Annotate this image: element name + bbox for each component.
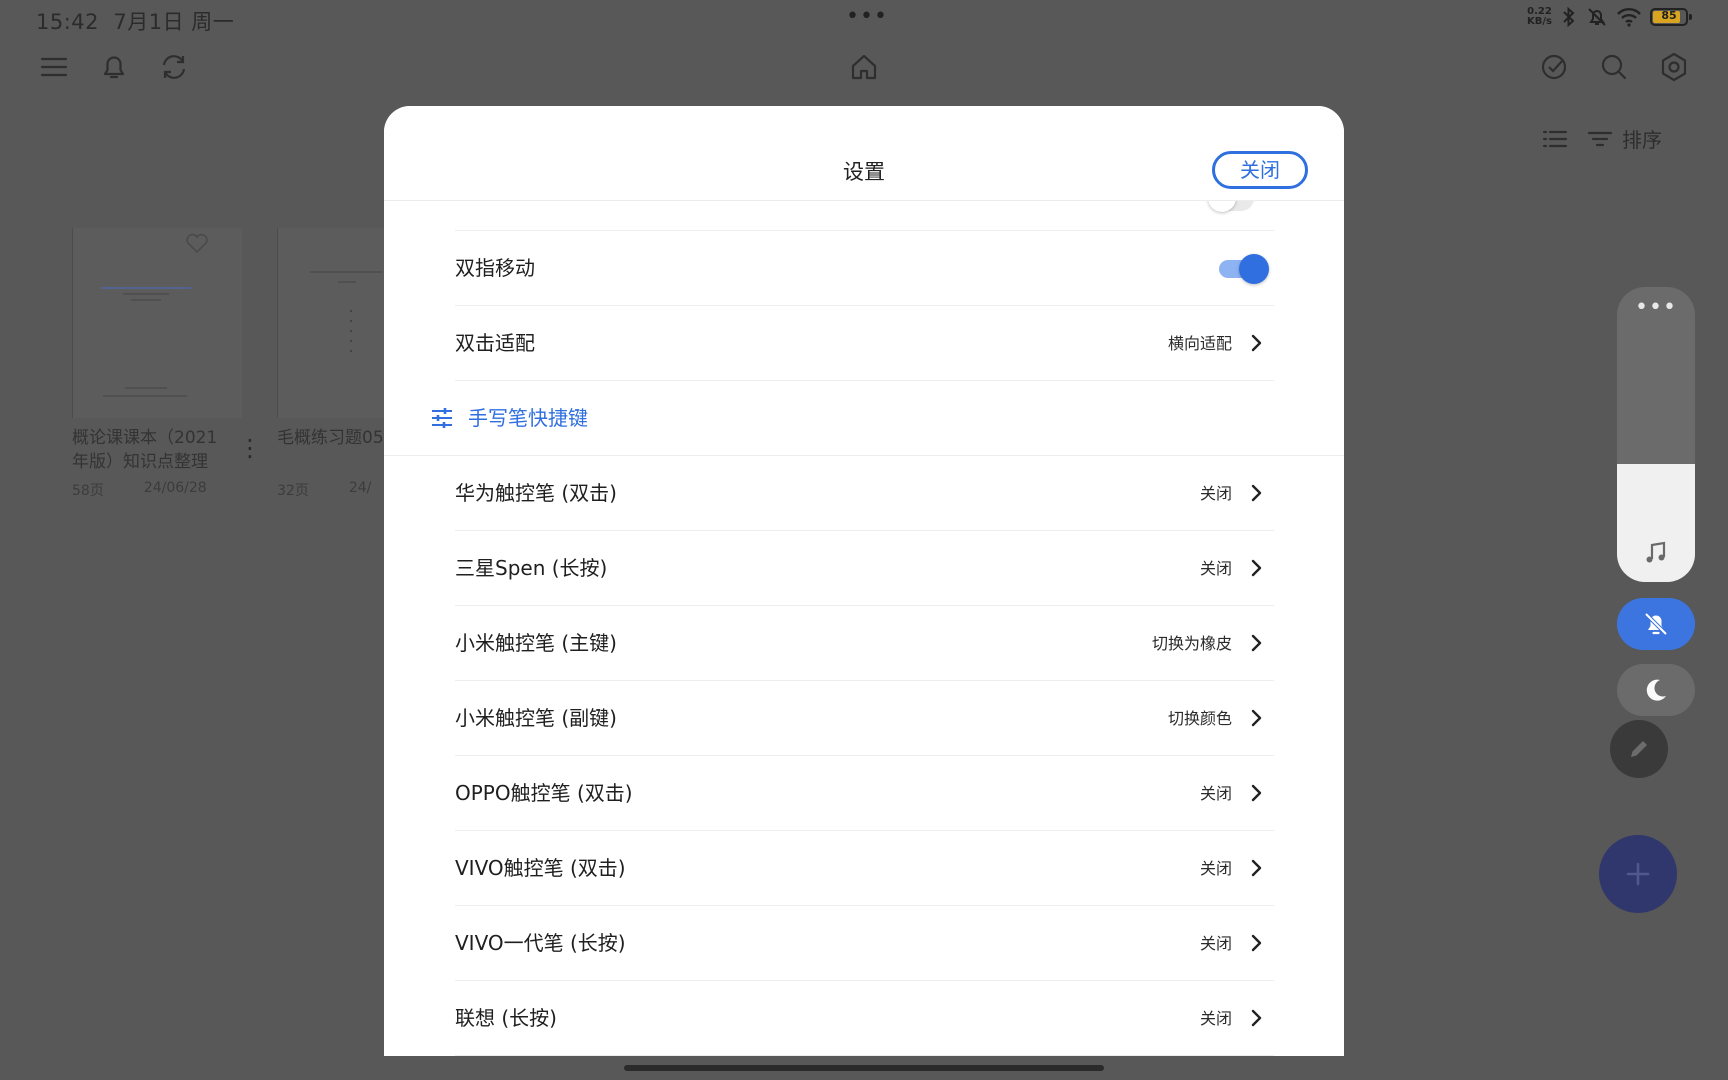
pencil-icon — [1626, 736, 1652, 762]
status-bar: 15:42 7月1日 周一 ••• 0.22 KB/s 85 — [0, 0, 1728, 38]
section-title: 手写笔快捷键 — [468, 406, 588, 430]
sort-icon — [1586, 125, 1614, 153]
document-date: 24/06/28 — [143, 480, 207, 496]
bluetooth-icon — [1560, 6, 1578, 28]
row-label: 联想 (长按) — [455, 1006, 557, 1030]
sort-label: 排序 — [1622, 128, 1662, 152]
sort-button[interactable]: 排序 — [1586, 124, 1662, 153]
home-icon[interactable] — [847, 50, 881, 84]
gear-icon[interactable] — [1657, 50, 1691, 84]
music-note-icon — [1643, 540, 1669, 566]
menu-icon[interactable] — [37, 50, 71, 84]
chevron-right-icon — [1250, 1008, 1262, 1028]
settings-row-vivo-gen1-pen[interactable]: VIVO一代笔 (长按) 关闭 — [455, 906, 1274, 981]
volume-more-dots[interactable]: ••• — [1617, 295, 1695, 320]
dialog-header: 设置 关闭 — [384, 106, 1344, 201]
check-circle-icon[interactable] — [1537, 50, 1571, 84]
moon-icon — [1643, 677, 1669, 703]
row-label: VIVO一代笔 (长按) — [455, 931, 626, 955]
mute-toggle-button[interactable] — [1617, 598, 1695, 650]
row-label: 华为触控笔 (双击) — [455, 481, 617, 505]
settings-row-lenovo-pen[interactable]: 联想 (长按) 关闭 — [455, 981, 1274, 1056]
row-label: 小米触控笔 (副键) — [455, 706, 617, 730]
row-value: 关闭 — [1199, 934, 1232, 953]
settings-row-partial[interactable] — [455, 184, 1274, 231]
settings-row-huawei-pen[interactable]: 华为触控笔 (双击) 关闭 — [455, 456, 1274, 531]
status-icons: 0.22 KB/s 85 — [1527, 6, 1692, 28]
close-button[interactable]: 关闭 — [1212, 151, 1308, 189]
chevron-right-icon — [1250, 333, 1262, 353]
wifi-icon — [1616, 7, 1642, 27]
settings-row-xiaomi-pen-secondary[interactable]: 小米触控笔 (副键) 切换颜色 — [455, 681, 1274, 756]
document-preview — [101, 287, 191, 397]
row-value: 关闭 — [1199, 859, 1232, 878]
document-pages: 32页 — [277, 483, 309, 499]
settings-row-two-finger-move[interactable]: 双指移动 — [455, 231, 1274, 306]
row-label: 双击适配 — [455, 331, 535, 355]
row-value: 关闭 — [1199, 559, 1232, 578]
toggle-switch-on[interactable] — [1219, 254, 1269, 284]
row-label: 双指移动 — [455, 256, 535, 280]
home-indicator[interactable] — [624, 1065, 1104, 1071]
sliders-icon — [430, 407, 454, 429]
sync-icon[interactable] — [157, 50, 191, 84]
battery-indicator: 85 — [1650, 8, 1692, 26]
row-label: 三星Spen (长按) — [455, 556, 608, 580]
chevron-right-icon — [1250, 483, 1262, 503]
settings-row-oppo-pen[interactable]: OPPO触控笔 (双击) 关闭 — [455, 756, 1274, 831]
chevron-right-icon — [1250, 858, 1262, 878]
more-vertical-icon[interactable]: ⋮ — [238, 436, 262, 460]
pen-button[interactable] — [1610, 720, 1668, 778]
status-time: 15:42 7月1日 周一 — [36, 6, 234, 36]
settings-row-double-tap-fit[interactable]: 双击适配 横向适配 — [455, 306, 1274, 381]
heart-icon[interactable] — [185, 232, 209, 254]
settings-row-samsung-spen[interactable]: 三星Spen (长按) 关闭 — [455, 531, 1274, 606]
dark-mode-button[interactable] — [1617, 664, 1695, 716]
chevron-right-icon — [1250, 558, 1262, 578]
list-view-icon[interactable] — [1540, 124, 1570, 158]
chevron-right-icon — [1250, 933, 1262, 953]
settings-row-vivo-pen[interactable]: VIVO触控笔 (双击) 关闭 — [455, 831, 1274, 906]
settings-dialog: 设置 关闭 双指移动 双击适配 横向适配 手写笔快捷键 华为触控笔 (双击) 关… — [384, 106, 1344, 1056]
toggle-knob — [1239, 254, 1269, 284]
document-date: 24/ — [348, 480, 372, 496]
mute-bell-icon — [1642, 610, 1670, 638]
document-title: 概论课课本（2021年版）知识点整理 — [72, 428, 218, 472]
chevron-right-icon — [1250, 783, 1262, 803]
row-value: 切换颜色 — [1167, 709, 1232, 728]
net-speed-unit: KB/s — [1527, 16, 1552, 27]
add-button[interactable] — [1599, 835, 1677, 913]
date: 7月1日 周一 — [113, 10, 235, 34]
row-value: 横向适配 — [1167, 334, 1232, 353]
row-label: OPPO触控笔 (双击) — [455, 781, 633, 805]
battery-percent: 85 — [1661, 9, 1677, 22]
bell-icon[interactable] — [97, 50, 131, 84]
plus-icon — [1623, 859, 1653, 889]
document-meta: 58页 24/06/28 — [72, 480, 262, 500]
row-value: 切换为橡皮 — [1151, 634, 1232, 653]
row-label: VIVO触控笔 (双击) — [455, 856, 626, 880]
document-card[interactable]: 概论课课本（2021年版）知识点整理 58页 24/06/28 ⋮ — [72, 228, 262, 500]
chevron-right-icon — [1250, 708, 1262, 728]
document-pages: 58页 — [72, 483, 104, 499]
net-speed: 0.22 KB/s — [1527, 7, 1552, 27]
row-value: 关闭 — [1199, 784, 1232, 803]
clock: 15:42 — [36, 10, 100, 34]
settings-list[interactable]: 双指移动 双击适配 横向适配 手写笔快捷键 华为触控笔 (双击) 关闭 三星Sp… — [384, 184, 1344, 1056]
multi-window-dots[interactable]: ••• — [846, 4, 888, 29]
chevron-right-icon — [1250, 633, 1262, 653]
row-label: 小米触控笔 (主键) — [455, 631, 617, 655]
volume-slider[interactable]: ••• — [1617, 287, 1695, 582]
settings-row-xiaomi-pen-main[interactable]: 小米触控笔 (主键) 切换为橡皮 — [455, 606, 1274, 681]
document-thumbnail[interactable] — [72, 228, 242, 418]
section-stylus-shortcuts: 手写笔快捷键 — [384, 381, 1344, 456]
search-icon[interactable] — [1597, 50, 1631, 84]
battery-tip — [1689, 14, 1692, 20]
row-value: 关闭 — [1199, 484, 1232, 503]
row-value: 关闭 — [1199, 1009, 1232, 1028]
dialog-title: 设置 — [843, 160, 885, 184]
mute-bell-icon — [1586, 6, 1608, 28]
